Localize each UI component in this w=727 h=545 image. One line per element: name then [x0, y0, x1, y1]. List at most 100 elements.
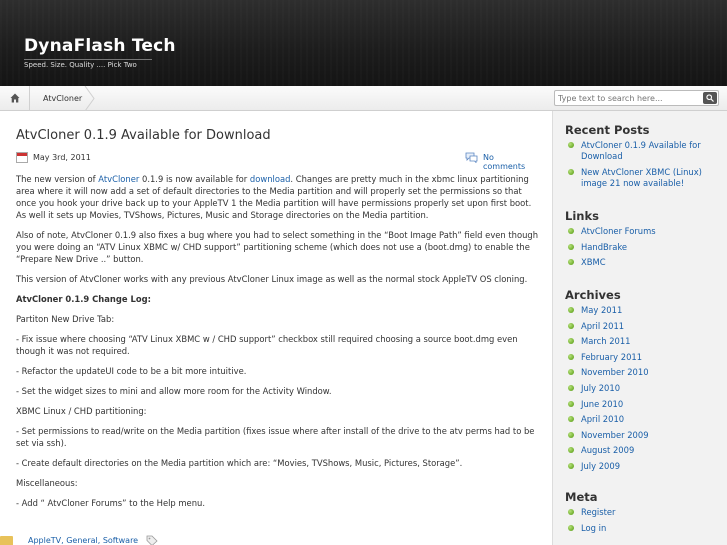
- list-item[interactable]: Register: [565, 507, 723, 518]
- list-item[interactable]: AtvCloner 0.1.9 Available for Download: [565, 140, 723, 162]
- list-item[interactable]: February 2011: [565, 352, 723, 363]
- list-item[interactable]: HandBrake: [565, 242, 723, 253]
- site-description: Speed. Size. Quality .... Pick Two: [24, 59, 152, 69]
- link-text[interactable]: New AtvCloner XBMC (Linux) image 21 now …: [581, 167, 702, 188]
- bullet-icon: [568, 168, 574, 175]
- bullet-icon: [568, 524, 574, 531]
- list-item[interactable]: November 2009: [565, 430, 723, 441]
- recent-posts-list: AtvCloner 0.1.9 Available for Download N…: [565, 140, 723, 189]
- atvcloner-link[interactable]: AtvCloner: [98, 174, 139, 184]
- link-text[interactable]: XBMC: [581, 257, 606, 267]
- list-item[interactable]: XBMC: [565, 257, 723, 268]
- list-item[interactable]: June 2010: [565, 399, 723, 410]
- bullet-icon: [568, 416, 574, 423]
- link-text[interactable]: AtvCloner 0.1.9 Available for Download: [581, 140, 701, 161]
- home-icon: [10, 93, 20, 103]
- meta-widget: Meta Register Log in: [565, 490, 723, 538]
- paragraph: This version of AtvCloner works with any…: [16, 274, 528, 284]
- link-text[interactable]: November 2009: [581, 430, 649, 440]
- link-text[interactable]: June 2010: [581, 399, 623, 409]
- download-link[interactable]: download: [250, 174, 291, 184]
- list-item[interactable]: July 2010: [565, 383, 723, 394]
- bullet-icon: [568, 431, 574, 438]
- paragraph: - Refactor the updateUI code to be a bit…: [16, 366, 247, 376]
- post-date: May 3rd, 2011: [33, 153, 91, 162]
- widget-title: Recent Posts: [565, 123, 650, 137]
- paragraph: - Add “ AtvCloner Forums” to the Help me…: [16, 498, 205, 508]
- categories-links[interactable]: AppleTV, General, Software: [28, 536, 138, 545]
- search-input[interactable]: [558, 92, 698, 104]
- widget-title: Meta: [565, 490, 598, 504]
- bullet-icon: [568, 259, 574, 266]
- paragraph: XBMC Linux / CHD partitioning:: [16, 406, 147, 416]
- link-text[interactable]: February 2011: [581, 352, 642, 362]
- link-text[interactable]: May 2011: [581, 305, 622, 315]
- bullet-icon: [568, 509, 574, 515]
- text: The new version of: [16, 174, 99, 184]
- list-item[interactable]: April 2011: [565, 321, 723, 332]
- bullet-icon: [568, 353, 574, 360]
- tag-icon: [146, 535, 158, 545]
- link-text[interactable]: July 2010: [581, 383, 620, 393]
- link-text[interactable]: April 2011: [581, 321, 624, 331]
- comment-icon: [465, 152, 478, 163]
- sidebar: Recent Posts AtvCloner 0.1.9 Available f…: [552, 111, 727, 545]
- list-item[interactable]: November 2010: [565, 367, 723, 378]
- recent-posts-widget: Recent Posts AtvCloner 0.1.9 Available f…: [565, 123, 723, 193]
- search-icon: [706, 94, 714, 102]
- link-text[interactable]: August 2009: [581, 445, 634, 455]
- paragraph: - Set permissions to read/write on the M…: [16, 426, 535, 448]
- list-item[interactable]: July 2009: [565, 461, 723, 472]
- paragraph: - Fix issue where choosing “ATV Linux XB…: [16, 334, 518, 356]
- paragraph: Also of note, AtvCloner 0.1.9 also fixes…: [16, 230, 539, 264]
- list-item[interactable]: Log in: [565, 523, 723, 534]
- link-text[interactable]: March 2011: [581, 336, 631, 346]
- link-text[interactable]: AtvCloner Forums: [581, 226, 656, 236]
- bullet-icon: [568, 400, 574, 407]
- post-meta: May 3rd, 2011 No comments: [16, 152, 537, 171]
- paragraph: - Create default directories on the Medi…: [16, 458, 463, 468]
- links-list: AtvCloner Forums HandBrake XBMC: [565, 226, 723, 268]
- post-title[interactable]: AtvCloner 0.1.9 Available for Download: [16, 128, 546, 143]
- bullet-icon: [568, 447, 574, 454]
- archives-widget: Archives May 2011 April 2011 March 2011 …: [565, 288, 723, 477]
- meta-list: Register Log in: [565, 507, 723, 534]
- bullet-icon: [568, 384, 574, 391]
- link-text[interactable]: July 2009: [581, 461, 620, 471]
- list-item[interactable]: New AtvCloner XBMC (Linux) image 21 now …: [565, 167, 723, 189]
- link-text[interactable]: HandBrake: [581, 242, 627, 252]
- bullet-icon: [568, 142, 574, 148]
- bullet-icon: [568, 322, 574, 329]
- link-text[interactable]: Log in: [581, 523, 606, 533]
- list-item[interactable]: AtvCloner Forums: [565, 226, 723, 237]
- bullet-icon: [568, 243, 574, 250]
- bullet-icon: [568, 462, 574, 469]
- links-widget: Links AtvCloner Forums HandBrake XBMC: [565, 209, 723, 273]
- list-item[interactable]: August 2009: [565, 445, 723, 456]
- paragraph: - Set the widget sizes to mini and allow…: [16, 386, 332, 396]
- calendar-icon: [16, 152, 28, 163]
- widget-title: Archives: [565, 288, 621, 302]
- widget-title: Links: [565, 209, 599, 223]
- breadcrumb-separator-icon: [84, 86, 95, 111]
- text: 0.1.9 is now available for: [139, 174, 250, 184]
- bullet-icon: [568, 369, 574, 376]
- paragraph: The new version of AtvCloner 0.1.9 is no…: [16, 173, 541, 221]
- list-item[interactable]: March 2011: [565, 336, 723, 347]
- heading-text: AtvCloner 0.1.9 Change Log:: [16, 294, 151, 304]
- post-body: The new version of AtvCloner 0.1.9 is no…: [16, 173, 541, 517]
- search-button[interactable]: [703, 92, 717, 104]
- comments-link[interactable]: No comments: [483, 153, 537, 171]
- bullet-icon: [568, 228, 574, 234]
- site-title[interactable]: DynaFlash Tech: [24, 36, 176, 56]
- paragraph: Miscellaneous:: [16, 478, 78, 488]
- list-item[interactable]: May 2011: [565, 305, 723, 316]
- link-text[interactable]: Register: [581, 507, 615, 517]
- link-text[interactable]: April 2010: [581, 414, 624, 424]
- list-item[interactable]: April 2010: [565, 414, 723, 425]
- paragraph: Partiton New Drive Tab:: [16, 314, 115, 324]
- search-box: [554, 90, 719, 106]
- home-button[interactable]: [0, 86, 30, 111]
- link-text[interactable]: November 2010: [581, 367, 649, 377]
- site-header: DynaFlash Tech Speed. Size. Quality ....…: [0, 0, 727, 86]
